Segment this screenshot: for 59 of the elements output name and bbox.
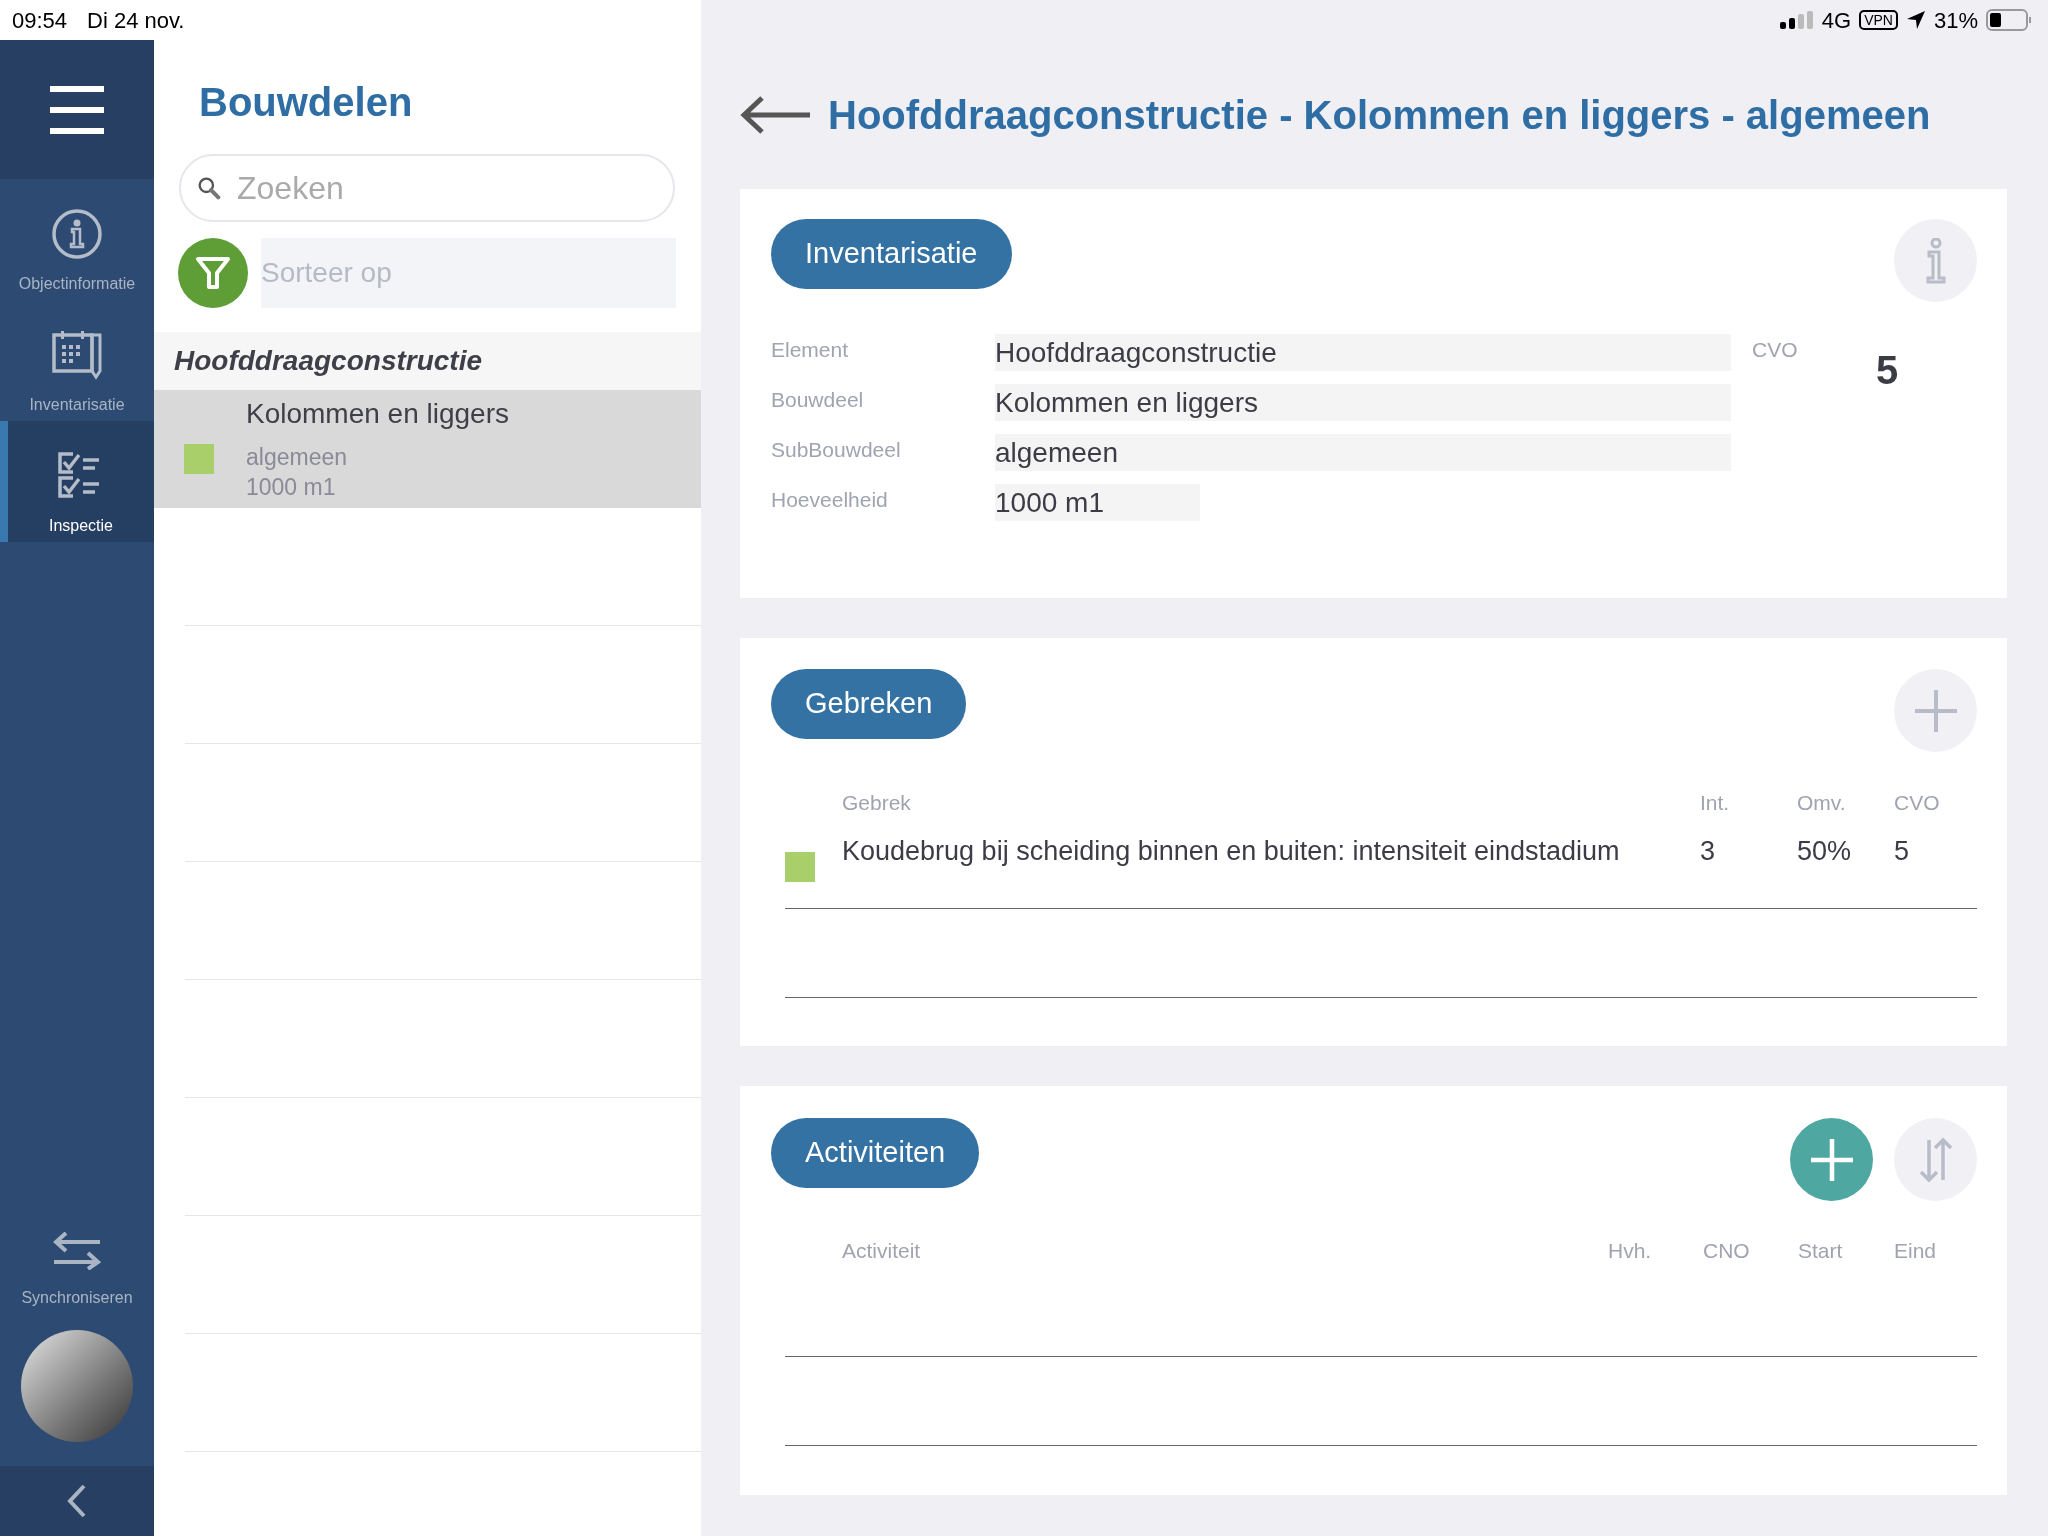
field-label: Element (771, 336, 850, 363)
status-date: Di 24 nov. (87, 6, 185, 35)
plus-icon (1912, 687, 1959, 734)
column-header: CNO (1703, 1238, 1751, 1264)
field-label: CVO (1752, 337, 1799, 363)
swap-arrows-icon (52, 1232, 102, 1270)
cvo-value: 5 (1876, 347, 1899, 394)
sync-button[interactable]: Synchroniseren (0, 1232, 154, 1330)
signal-icon (1779, 11, 1814, 29)
sidebar-nav-item[interactable]: Objectinformatie (0, 179, 154, 300)
section-button[interactable]: Gebreken (771, 669, 967, 739)
network-label: 4G (1821, 6, 1852, 35)
group-header: Hoofddraagconstructie (154, 332, 701, 390)
field-label: Bouwdeel (771, 386, 865, 413)
sort-arrows-icon (1918, 1135, 1953, 1184)
vpn-badge: VPN (1859, 10, 1898, 30)
field-value: algemeen (995, 434, 1731, 471)
column-header: Start (1798, 1238, 1844, 1264)
list-row[interactable]: Kolommen en liggers algemeen 1000 m1 (154, 390, 701, 508)
row-quantity: 1000 m1 (246, 473, 337, 502)
plus-icon (1808, 1136, 1855, 1183)
field-value: Kolommen en liggers (995, 384, 1731, 421)
table-cell-text: Koudebrug bij scheiding binnen en buiten: intensiteit eindstadium (842, 834, 1621, 868)
battery-percentage: 31% (1933, 6, 1978, 35)
column-header: CVO (1894, 790, 1941, 816)
field-label: Hoeveelheid (771, 486, 889, 513)
sidebar-nav-item[interactable]: Inventarisatie (0, 300, 154, 421)
table-cell-text: 50% (1797, 834, 1853, 868)
field-label: SubBouwdeel (771, 436, 902, 463)
filter-icon (195, 256, 231, 290)
column-header: Hvh. (1608, 1238, 1653, 1264)
row-title: Kolommen en liggers (246, 397, 510, 431)
menu-icon[interactable] (50, 85, 104, 134)
calendar-pencil-icon (51, 329, 103, 381)
column-header: Activiteit (842, 1238, 922, 1264)
table-cell-text: 5 (1894, 834, 1911, 868)
page-title: Hoofddraagconstructie - Kolommen en liggers - algemeen (828, 91, 1931, 139)
sidebar-nav-item[interactable]: Inspectie (0, 421, 154, 542)
status-time: 09:54 (12, 6, 68, 35)
column-header: Omv. (1797, 790, 1847, 816)
search-field[interactable]: Zoeken (179, 154, 675, 222)
column-header: Int. (1700, 790, 1731, 816)
section-button[interactable]: Inventarisatie (771, 219, 1012, 289)
field-value: Hoofddraagconstructie (995, 334, 1731, 371)
section-button[interactable]: Activiteiten (771, 1118, 980, 1188)
column-header: Gebrek (842, 790, 912, 816)
column-header: Eind (1894, 1238, 1938, 1264)
sort-field[interactable]: Sorteer op (261, 238, 676, 308)
back-arrow-icon[interactable] (740, 94, 812, 135)
row-subtitle: algemeen (246, 443, 349, 472)
battery-icon (1986, 9, 2032, 31)
panel-title: Bouwdelen (198, 79, 414, 126)
location-arrow-icon (1905, 10, 1926, 30)
search-input[interactable]: Zoeken (237, 164, 657, 212)
field-value: 1000 m1 (995, 484, 1200, 521)
table-cell-text: 3 (1700, 834, 1717, 868)
info-icon (51, 208, 103, 260)
defect-row[interactable]: Koudebrug bij scheiding binnen en buiten: intensiteit eindstadium 3 50% 5 (785, 818, 1977, 909)
collapse-chevron-icon[interactable] (67, 1484, 87, 1518)
